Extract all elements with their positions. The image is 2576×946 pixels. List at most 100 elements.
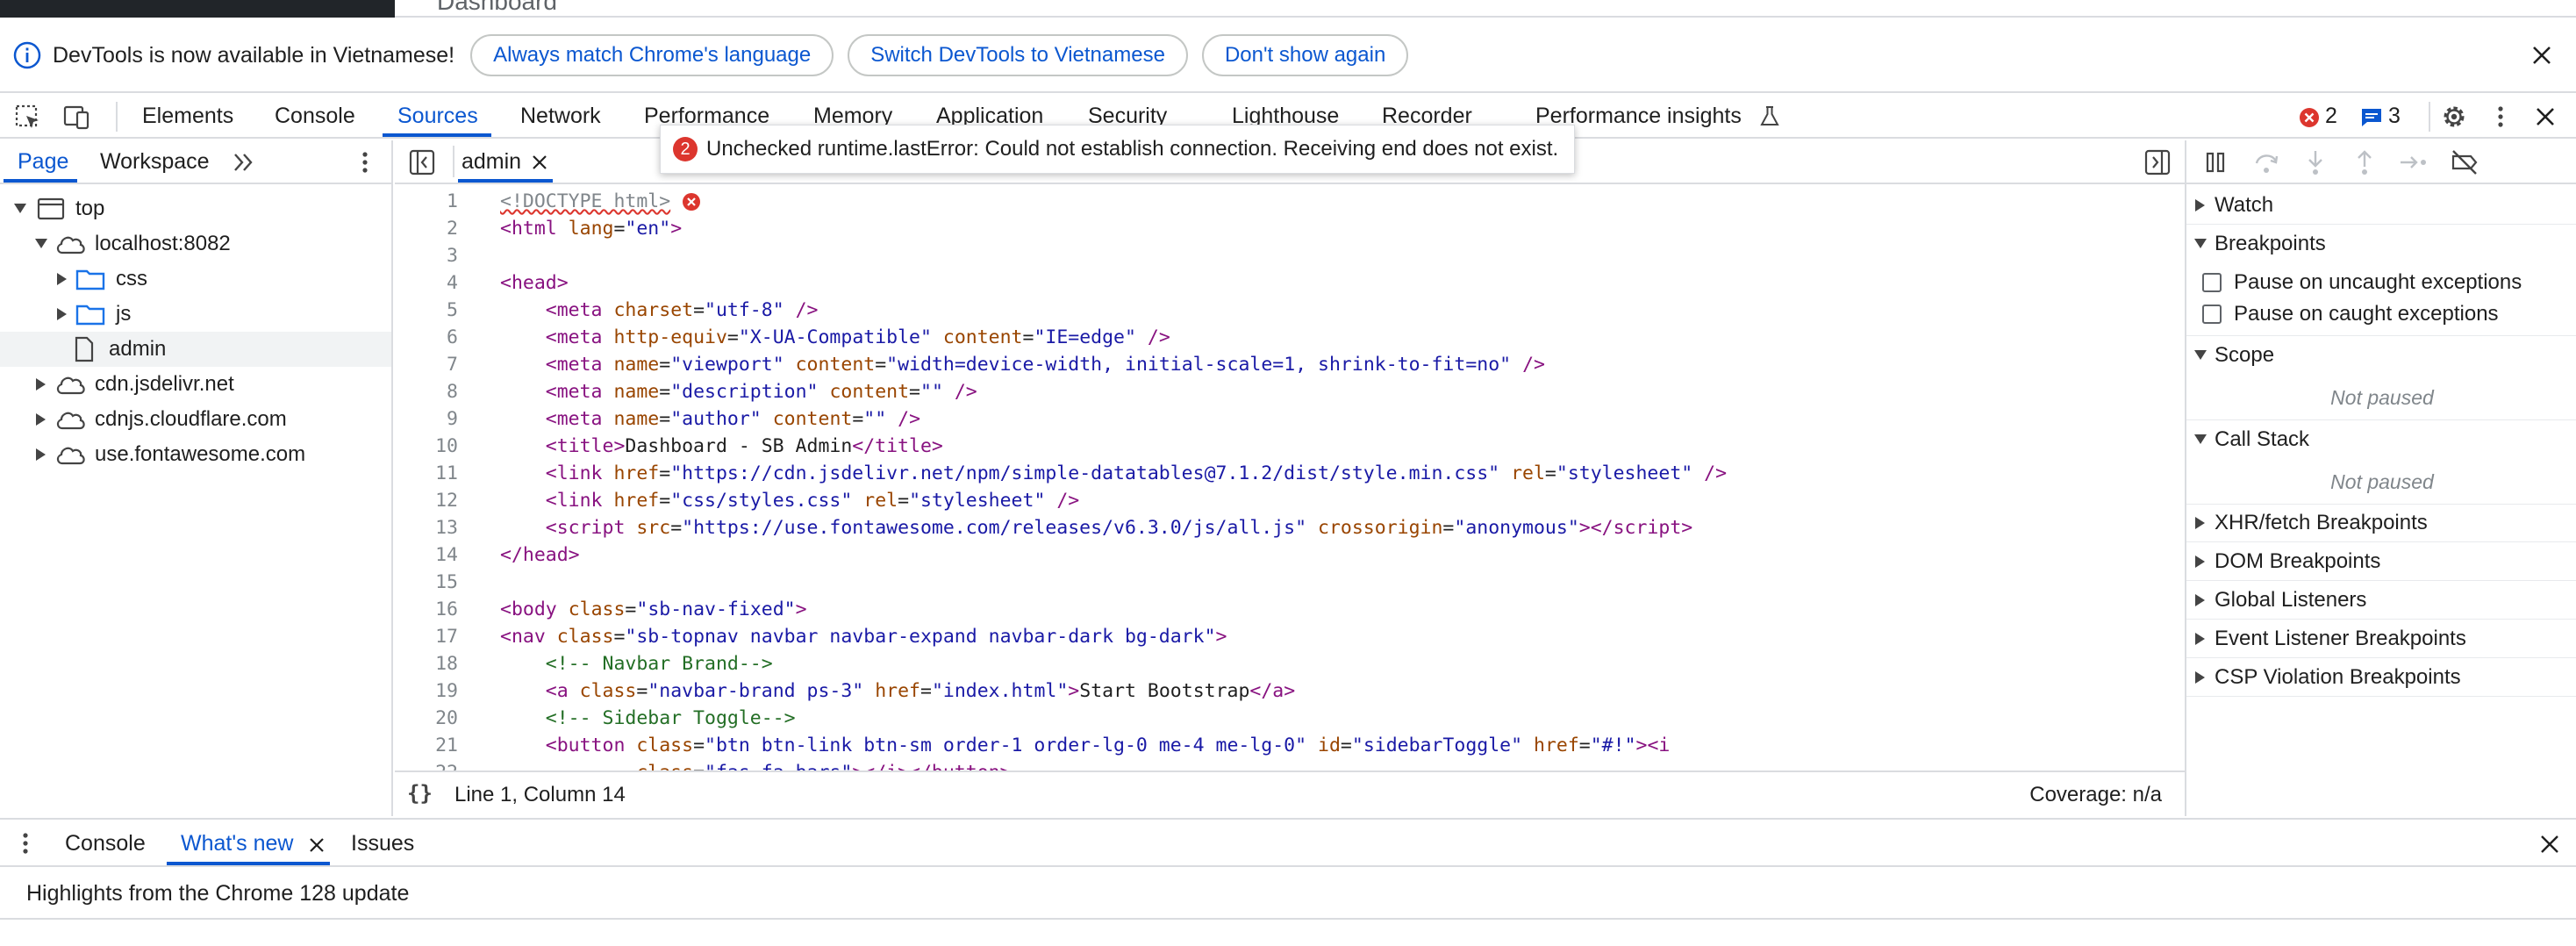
expanded-icon <box>32 226 51 262</box>
code-area[interactable]: 1 <!DOCTYPE html> 2 <html lang="en"> 3 4 <h… <box>395 186 2185 770</box>
line-number: 17 <box>435 626 458 648</box>
dom-breakpoints-section[interactable]: DOM Breakpoints <box>2186 542 2576 581</box>
collapsed-icon <box>2186 188 2215 223</box>
tab-network[interactable]: Network <box>520 104 601 129</box>
code-line: 1 <!DOCTYPE html> <box>395 188 2185 215</box>
more-options-icon[interactable] <box>2490 104 2511 130</box>
tree-item-label: admin <box>109 337 167 361</box>
divider <box>116 102 118 132</box>
pretty-print-icon[interactable]: {} <box>407 781 433 806</box>
tree-item-fontawesome[interactable]: use.fontawesome.com <box>0 437 391 472</box>
scope-section[interactable]: Scope <box>2186 335 2576 374</box>
tree-item-cdn-jsdelivr[interactable]: cdn.jsdelivr.net <box>0 367 391 402</box>
tab-elements[interactable]: Elements <box>142 104 233 129</box>
tree-item-label: cdnjs.cloudflare.com <box>95 407 287 431</box>
close-icon[interactable] <box>2529 42 2555 68</box>
step-icon[interactable] <box>2399 153 2429 172</box>
pause-uncaught-option[interactable]: Pause on uncaught exceptions <box>2202 270 2522 295</box>
pause-icon[interactable] <box>2204 151 2227 174</box>
tree-item-localhost[interactable]: localhost:8082 <box>0 226 391 262</box>
close-tab-icon[interactable] <box>532 154 547 170</box>
inspect-element-icon[interactable] <box>14 104 42 132</box>
deactivate-breakpoints-icon[interactable] <box>2450 149 2479 176</box>
line-number: 18 <box>435 653 458 675</box>
error-count-icon[interactable] <box>2299 107 2320 128</box>
divider <box>2429 102 2430 132</box>
breakpoints-section[interactable]: Breakpoints <box>2186 225 2576 263</box>
pause-caught-checkbox[interactable] <box>2202 305 2222 324</box>
pause-caught-option[interactable]: Pause on caught exceptions <box>2202 302 2499 326</box>
always-match-language-button[interactable]: Always match Chrome's language <box>470 34 834 76</box>
close-devtools-icon[interactable] <box>2534 105 2557 128</box>
call-stack-not-paused: Not paused <box>2330 470 2434 493</box>
expanded-icon <box>2186 338 2215 373</box>
step-out-icon[interactable] <box>2353 149 2376 176</box>
step-into-icon[interactable] <box>2304 149 2327 176</box>
csp-violation-breakpoints-section[interactable]: CSP Violation Breakpoints <box>2186 658 2576 697</box>
code-line: 7 <meta name="viewport" content="width=d… <box>395 351 2185 378</box>
collapsed-icon <box>32 437 51 472</box>
code-line: 6 <meta http-equiv="X-UA-Compatible" con… <box>395 324 2185 351</box>
tab-sources[interactable]: Sources <box>397 104 478 129</box>
toggle-debugger-icon[interactable] <box>2144 149 2171 176</box>
tree-item-top[interactable]: top <box>0 191 391 226</box>
drawer-menu-icon[interactable] <box>18 830 33 856</box>
tree-item-cdnjs[interactable]: cdnjs.cloudflare.com <box>0 402 391 437</box>
toggle-navigator-icon[interactable] <box>409 149 435 176</box>
call-stack-section[interactable]: Call Stack <box>2186 419 2576 458</box>
pause-uncaught-checkbox[interactable] <box>2202 273 2222 292</box>
gear-icon[interactable] <box>2439 102 2469 132</box>
error-count[interactable]: 2 <box>2325 104 2337 129</box>
tab-console[interactable]: Console <box>275 104 355 129</box>
file-tab-indicator <box>458 179 553 183</box>
line-number: 14 <box>435 544 458 566</box>
tree-item-admin[interactable]: admin <box>0 332 391 367</box>
close-drawer-icon[interactable] <box>2539 834 2560 855</box>
message-count-icon[interactable] <box>2360 107 2383 128</box>
watch-section[interactable]: Watch <box>2186 186 2576 225</box>
tree-item-js[interactable]: js <box>0 297 391 332</box>
code-line: 17 <nav class="sb-topnav navbar navbar-ex… <box>395 623 2185 650</box>
collapsed-icon <box>2186 505 2215 541</box>
more-tabs-chevron-icon[interactable] <box>232 151 256 174</box>
event-listener-breakpoints-section[interactable]: Event Listener Breakpoints <box>2186 620 2576 658</box>
switch-to-vietnamese-button[interactable]: Switch DevTools to Vietnamese <box>848 34 1188 76</box>
navigator-menu-icon[interactable] <box>354 149 376 176</box>
dont-show-again-button[interactable]: Don't show again <box>1201 34 1409 76</box>
line-number: 8 <box>447 381 458 403</box>
navigator-pane: Page Workspace top localhost:8082 css js… <box>0 140 393 816</box>
drawer-tab-console[interactable]: Console <box>65 831 146 856</box>
navigator-tab-workspace[interactable]: Workspace <box>100 149 210 175</box>
device-toolbar-icon[interactable] <box>61 104 91 132</box>
option-label: Pause on caught exceptions <box>2234 302 2499 326</box>
frame-icon <box>37 197 65 220</box>
drawer-tab-issues[interactable]: Issues <box>351 831 414 856</box>
tree-item-css[interactable]: css <box>0 262 391 297</box>
line-number: 7 <box>447 354 458 376</box>
expanded-icon <box>11 191 30 226</box>
line-number: 5 <box>447 299 458 321</box>
source-editor: admin 1 <!DOCTYPE html> 2 <html lang="en">… <box>395 140 2185 816</box>
global-listeners-section[interactable]: Global Listeners <box>2186 581 2576 620</box>
cloud-icon <box>56 376 85 395</box>
file-tab-admin[interactable]: admin <box>462 149 521 175</box>
section-title: Scope <box>2215 342 2275 367</box>
code-line: 10 <title>Dashboard - SB Admin</title> <box>395 433 2185 460</box>
tree-item-label: top <box>75 197 105 220</box>
close-tab-icon[interactable] <box>309 837 325 853</box>
message-count[interactable]: 3 <box>2388 104 2401 129</box>
navigator-tab-page[interactable]: Page <box>18 149 68 175</box>
section-title: Call Stack <box>2215 426 2310 451</box>
error-marker-icon[interactable] <box>682 192 701 211</box>
section-title: CSP Violation Breakpoints <box>2215 664 2461 689</box>
editor-status-bar: {} Line 1, Column 14 Coverage: n/a <box>395 770 2185 814</box>
section-title: DOM Breakpoints <box>2215 548 2381 573</box>
code-line: 18 <!-- Navbar Brand--> <box>395 650 2185 677</box>
xhr-breakpoints-section[interactable]: XHR/fetch Breakpoints <box>2186 504 2576 542</box>
step-over-icon[interactable] <box>2253 151 2279 176</box>
collapsed-icon <box>2186 544 2215 579</box>
collapsed-icon <box>2186 583 2215 618</box>
line-number: 22 <box>395 762 458 770</box>
drawer-tab-whats-new[interactable]: What's new <box>181 831 293 856</box>
line-number: 3 <box>447 245 458 267</box>
